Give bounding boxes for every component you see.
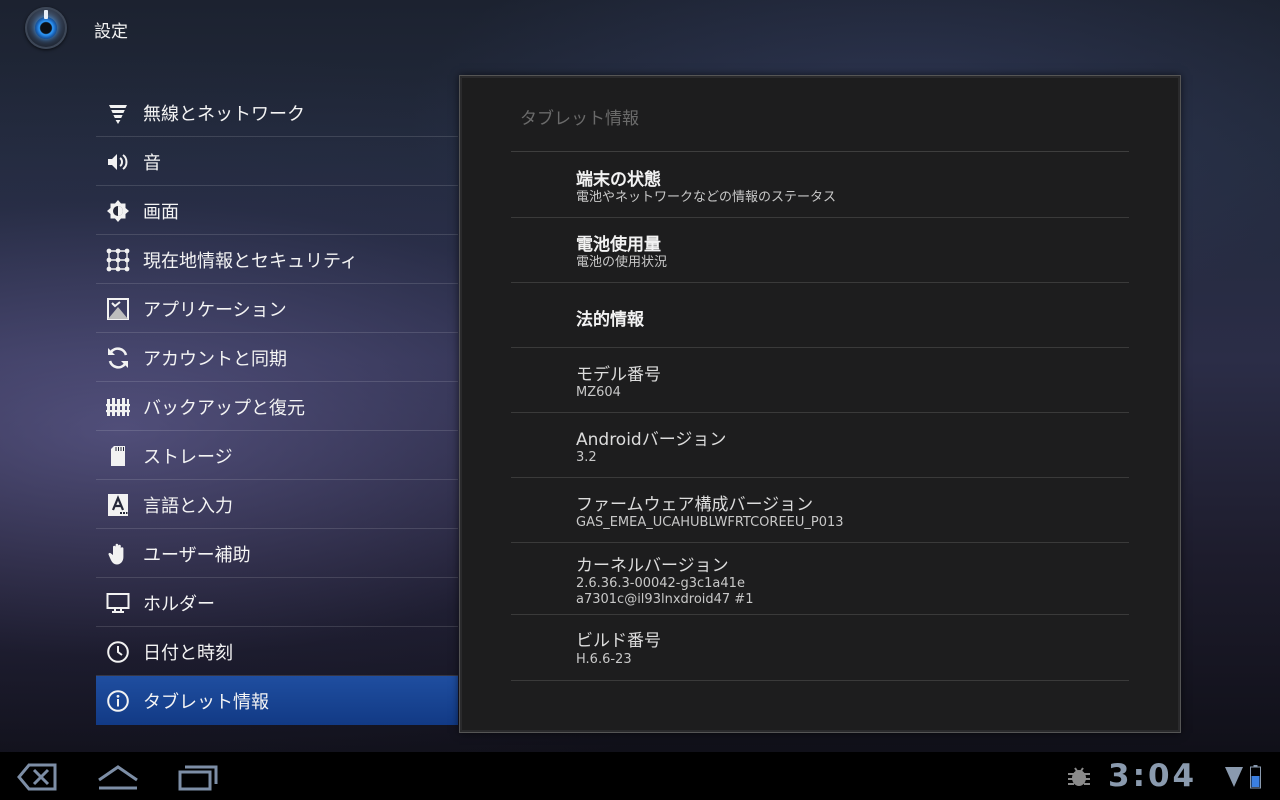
category-language-input[interactable]: 言語と入力: [96, 480, 458, 529]
pref-summary: GAS_EMEA_UCAHUBLWFRTCOREEU_P013: [576, 515, 844, 530]
pref-title: 法的情報: [576, 310, 644, 330]
location-security-icon: [106, 248, 130, 272]
pref-title: カーネルバージョン: [576, 556, 729, 576]
category-dock[interactable]: ホルダー: [96, 578, 458, 627]
category-label: 画面: [143, 202, 179, 223]
pref-legal-info[interactable]: 法的情報: [511, 283, 1129, 348]
pref-summary: 電池やネットワークなどの情報のステータス: [576, 190, 837, 205]
about-preference-list: 端末の状態 電池やネットワークなどの情報のステータス 電池使用量 電池の使用状況…: [511, 152, 1129, 681]
pref-build-number: ビルド番号 H.6.6-23: [511, 615, 1129, 681]
category-about-tablet[interactable]: タブレット情報: [96, 676, 458, 725]
pref-summary: H.6.6-23: [576, 652, 632, 667]
clock-icon: [106, 640, 130, 664]
signal-icon[interactable]: [1224, 765, 1244, 789]
pref-title: 端末の状態: [576, 170, 661, 190]
pref-summary: 電池の使用状況: [576, 255, 668, 270]
category-label: 現在地情報とセキュリティ: [143, 251, 358, 272]
category-label: タブレット情報: [143, 692, 269, 713]
category-label: 言語と入力: [143, 496, 233, 517]
category-accessibility[interactable]: ユーザー補助: [96, 529, 458, 578]
back-icon[interactable]: [17, 762, 57, 792]
category-label: アカウントと同期: [143, 349, 287, 370]
battery-icon[interactable]: [1250, 765, 1261, 789]
pref-summary: 3.2: [576, 450, 597, 465]
category-display[interactable]: 画面: [96, 186, 458, 235]
settings-app-icon[interactable]: [25, 7, 67, 49]
category-label: 音: [143, 153, 161, 174]
panel-title: タブレット情報: [520, 109, 639, 129]
pref-summary-line2: a7301c@il93lnxdroid47 #1: [576, 592, 754, 607]
app-title: 設定: [94, 22, 128, 42]
category-label: アプリケーション: [143, 300, 287, 321]
pref-title: 電池使用量: [576, 235, 661, 255]
pref-baseband-version: ファームウェア構成バージョン GAS_EMEA_UCAHUBLWFRTCOREE…: [511, 478, 1129, 543]
clock-readout[interactable]: 3:04: [1108, 758, 1197, 794]
category-label: 日付と時刻: [143, 643, 233, 664]
pref-title: ビルド番号: [576, 631, 661, 651]
applications-icon: [106, 297, 130, 321]
category-backup-restore[interactable]: バックアップと復元: [96, 382, 458, 431]
pref-summary: 2.6.36.3-00042-g3c1a41e: [576, 576, 745, 591]
pref-model-number: モデル番号 MZ604: [511, 348, 1129, 413]
accessibility-hand-icon: [106, 542, 130, 566]
pref-title: Androidバージョン: [576, 430, 727, 450]
dock-monitor-icon: [106, 591, 130, 615]
pref-status[interactable]: 端末の状態 電池やネットワークなどの情報のステータス: [511, 152, 1129, 218]
pref-title: モデル番号: [576, 365, 661, 385]
action-bar: 設定: [0, 0, 1280, 56]
category-label: ユーザー補助: [143, 545, 251, 566]
pref-battery-use[interactable]: 電池使用量 電池の使用状況: [511, 218, 1129, 283]
category-accounts-sync[interactable]: アカウントと同期: [96, 333, 458, 382]
backup-icon: [106, 395, 130, 419]
category-sound[interactable]: 音: [96, 137, 458, 186]
category-date-time[interactable]: 日付と時刻: [96, 627, 458, 676]
recent-apps-icon[interactable]: [177, 762, 219, 792]
sync-icon: [106, 346, 130, 370]
system-bar: 3:04: [0, 752, 1280, 800]
usb-debugging-icon[interactable]: [1066, 765, 1092, 789]
category-label: ストレージ: [143, 447, 233, 468]
info-icon: [106, 689, 130, 713]
wifi-icon: [106, 101, 130, 125]
sd-card-icon: [106, 444, 130, 468]
category-applications[interactable]: アプリケーション: [96, 284, 458, 333]
pref-android-version: Androidバージョン 3.2: [511, 413, 1129, 478]
pref-kernel-version: カーネルバージョン 2.6.36.3-00042-g3c1a41e a7301c…: [511, 543, 1129, 615]
category-wireless-networks[interactable]: 無線とネットワーク: [96, 88, 458, 137]
category-storage[interactable]: ストレージ: [96, 431, 458, 480]
category-label: ホルダー: [143, 594, 215, 615]
home-icon[interactable]: [96, 762, 140, 792]
pref-summary: MZ604: [576, 385, 621, 400]
category-label: バックアップと復元: [143, 398, 305, 419]
category-location-security[interactable]: 現在地情報とセキュリティ: [96, 235, 458, 284]
category-label: 無線とネットワーク: [143, 104, 305, 125]
language-icon: [106, 493, 130, 517]
settings-category-list: 無線とネットワーク 音 画面 現在地情報とセキュリティ アプリケーション アカウ…: [96, 88, 458, 725]
brightness-icon: [106, 199, 130, 223]
pref-title: ファームウェア構成バージョン: [576, 495, 814, 515]
about-tablet-panel: タブレット情報 端末の状態 電池やネットワークなどの情報のステータス 電池使用量…: [459, 75, 1181, 733]
volume-icon: [106, 150, 130, 174]
